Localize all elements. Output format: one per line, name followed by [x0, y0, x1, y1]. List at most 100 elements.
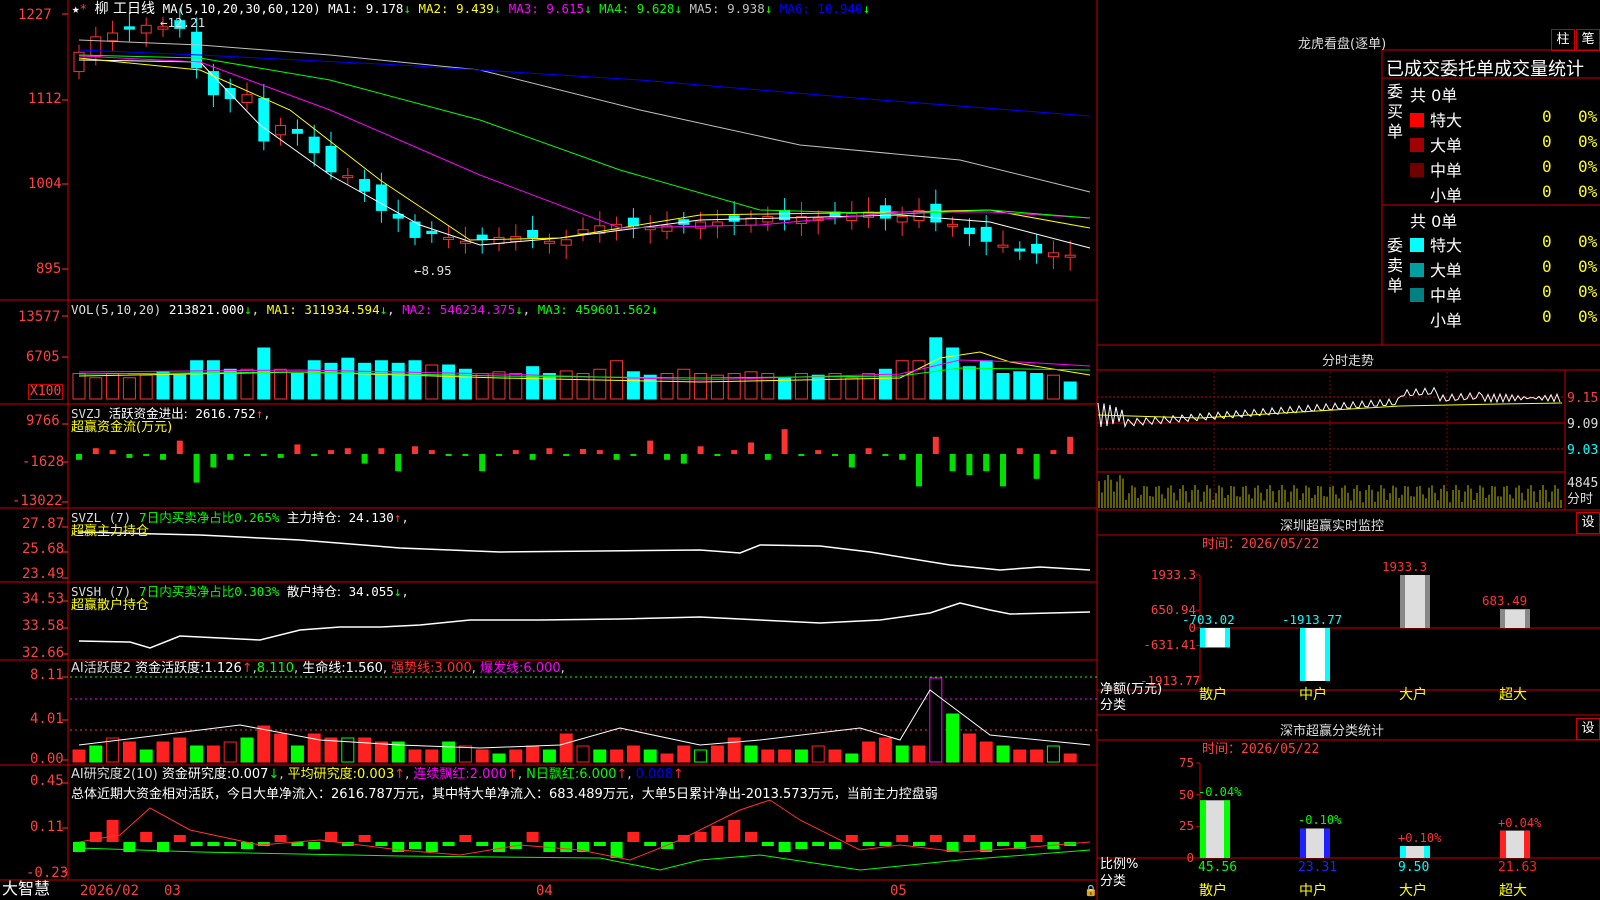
bar-mode-button[interactable]: 柱 — [1551, 29, 1575, 51]
volume-bar — [1013, 371, 1027, 400]
ai1-bar — [223, 741, 237, 763]
ai2-bar — [929, 835, 942, 842]
svzj-bar — [294, 444, 301, 454]
sell-row: 特大 — [1410, 232, 1462, 256]
svzj-bar — [512, 450, 519, 454]
svzj-axis-2: -1628 — [22, 454, 65, 470]
volume-bar — [341, 357, 355, 400]
buy-swatch — [1410, 163, 1424, 177]
period-label[interactable]: 日线 — [127, 1, 155, 17]
tick-mode-button[interactable]: 笔 — [1576, 29, 1600, 51]
ai1-bar — [358, 737, 372, 763]
cls-value-label: 23.31 — [1298, 860, 1338, 875]
ai1-axis-1: 8.11 — [30, 667, 64, 683]
candle-body — [140, 24, 152, 34]
sz-bar — [1500, 609, 1530, 628]
svzj-bars — [76, 429, 1074, 487]
vol-axis-2: 6705 — [26, 349, 60, 365]
volume-bar — [559, 370, 573, 400]
ai1-bar — [274, 733, 288, 763]
ai2-bar — [274, 835, 287, 842]
intraday-axis-3: 9.03 — [1567, 443, 1599, 458]
ai2-bar — [173, 835, 186, 842]
ai1-bar — [895, 745, 909, 763]
sz-bar-edge — [1200, 628, 1205, 648]
stock-name: 柳 工 — [94, 1, 128, 17]
ai2-summary: 总体近期大资金相对活跃，今日大单净流入：2616.787万元，其中特大单净流入：… — [71, 787, 938, 802]
svzj-bar — [176, 440, 183, 454]
svzj-bar — [848, 454, 855, 468]
volume-bar — [744, 371, 758, 400]
vol-unit[interactable]: X100 — [28, 384, 64, 400]
cls-bar-edge — [1424, 845, 1430, 858]
ai2-bar — [106, 820, 119, 842]
ma-item-6: MA6: 10.940↓ — [772, 1, 871, 16]
candle-body — [443, 236, 455, 240]
ma-arrow: ↓ — [584, 1, 592, 16]
svzj-bar — [714, 454, 721, 456]
svzj-bar — [832, 454, 838, 456]
svzj-bar — [109, 450, 116, 454]
ai2-bar — [409, 842, 421, 849]
svzj-bar — [781, 429, 788, 454]
lock-icon[interactable]: 🔒 — [1084, 884, 1098, 898]
buy-name: 大单 — [1430, 136, 1463, 155]
cls-bar-edge — [1524, 830, 1530, 858]
ai2-axis-3: -0.23 — [26, 865, 69, 881]
date-label-1: 2026/02 — [80, 883, 140, 899]
ai1-bar — [492, 753, 506, 763]
volume-bar — [173, 374, 187, 400]
ai2-bar — [1030, 835, 1043, 842]
volume-bar — [106, 373, 120, 400]
ai1-bar — [744, 745, 758, 763]
svzj-bar — [899, 454, 906, 460]
star-icon[interactable]: ★ — [72, 1, 80, 16]
price-axis-4: 895 — [36, 261, 62, 277]
intraday-title: 分时走势 — [1322, 354, 1375, 369]
ai2-bar — [845, 835, 858, 842]
volume-bar — [677, 368, 691, 400]
ai2-bar — [593, 842, 606, 846]
price-axis-2: 1112 — [28, 91, 62, 107]
sz-class-settings-button[interactable]: 设 — [1576, 718, 1600, 740]
ai1-bar — [996, 745, 1010, 763]
svzj-bar — [983, 454, 990, 472]
buy-row: 中单 — [1410, 157, 1462, 181]
candle-body — [1064, 254, 1076, 258]
cls-axis-label: 50 — [1178, 786, 1194, 802]
vol-axis-1: 13577 — [18, 309, 61, 325]
ai2-bar — [442, 842, 455, 846]
volume-bar — [962, 366, 976, 400]
svzj-bar — [328, 450, 334, 454]
buy-count: 0 — [1542, 107, 1552, 126]
sz-bar-edge — [1400, 575, 1405, 628]
candle-body — [426, 230, 438, 235]
ai2-bar — [627, 832, 640, 842]
sz-monitor-settings-button[interactable]: 设 — [1576, 512, 1600, 534]
volume-bar — [593, 368, 607, 400]
svzj-bar — [496, 454, 502, 456]
intraday-vol-label: 分时 — [1567, 492, 1594, 507]
svzj-bar — [378, 448, 385, 454]
ai1-bar — [1030, 749, 1044, 763]
axis-ticks — [62, 13, 68, 873]
cls-bar-edge — [1400, 845, 1406, 858]
svzj-bar — [697, 446, 704, 454]
svzj-bar — [916, 454, 922, 487]
sz-bar — [1400, 575, 1430, 628]
sell-count: 0 — [1542, 232, 1552, 251]
volume-bar — [391, 362, 405, 400]
candle-body — [527, 229, 539, 238]
sz-bar-edge — [1225, 628, 1230, 648]
ai2-bar — [73, 842, 85, 852]
volume-bar — [274, 368, 288, 400]
candle-body — [375, 184, 387, 211]
ai2-bar — [425, 842, 438, 852]
ai2-bar — [913, 842, 925, 846]
ai1-bar — [946, 713, 960, 763]
sell-name: 小单 — [1430, 311, 1463, 330]
svzj-bar — [92, 448, 99, 454]
ai2-bar — [459, 835, 472, 842]
brand-logo[interactable]: 大智慧 — [2, 881, 50, 897]
svzl-line — [78, 531, 1091, 571]
